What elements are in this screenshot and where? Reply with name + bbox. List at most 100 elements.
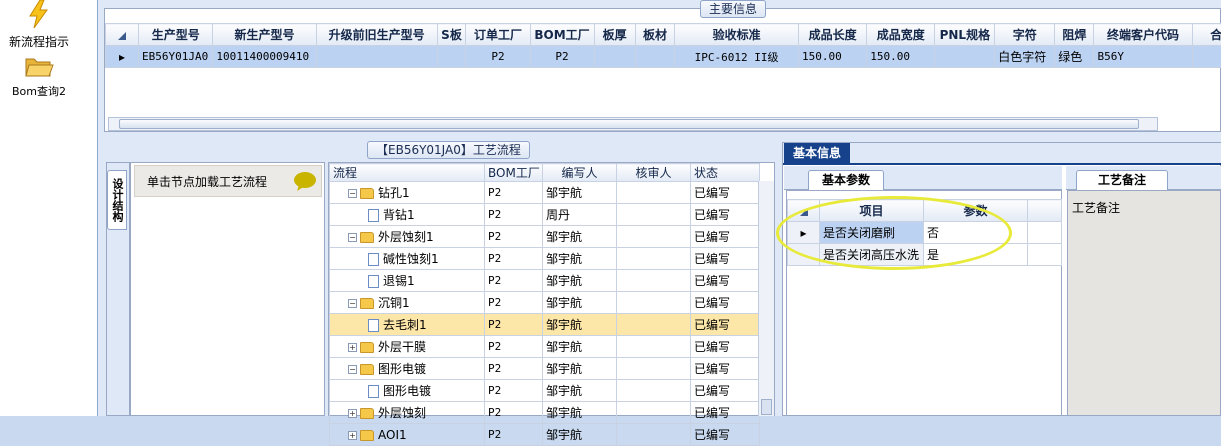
table-cell[interactable] xyxy=(437,46,466,68)
collapse-icon[interactable]: − xyxy=(348,233,357,242)
col-header[interactable]: 状态 xyxy=(691,164,760,182)
col-header[interactable]: 流程 xyxy=(330,164,485,182)
table-cell[interactable]: P2 xyxy=(485,314,543,336)
col-header[interactable]: 成品宽度 xyxy=(867,24,935,46)
tree-row[interactable]: 去毛刺1P2邹宇航已编写 xyxy=(330,314,760,336)
table-cell[interactable]: 邹宇航 xyxy=(543,248,617,270)
table-cell[interactable]: EB56Y01JA0 xyxy=(139,46,213,68)
col-header[interactable]: 验收标准 xyxy=(675,24,799,46)
table-cell[interactable]: IPC-6012 II级 xyxy=(675,46,799,68)
table-cell[interactable]: 已编写 xyxy=(691,248,760,270)
tree-row[interactable]: 背钻1P2周丹已编写 xyxy=(330,204,760,226)
table-cell[interactable]: 邹宇航 xyxy=(543,336,617,358)
table-cell[interactable]: 绿色 xyxy=(1055,46,1094,68)
launcher-item-bom-query[interactable]: Bom查询2 xyxy=(0,54,78,99)
table-cell[interactable]: P2 xyxy=(485,402,543,424)
tree-row[interactable]: +外层蚀刻P2邹宇航 已编写 xyxy=(330,402,760,424)
tree-node[interactable]: 背钻1 xyxy=(330,204,485,226)
table-cell[interactable]: P2 xyxy=(530,46,594,68)
col-header[interactable]: 订单工厂 xyxy=(466,24,530,46)
tree-node[interactable]: +外层干膜 xyxy=(330,336,485,358)
expand-icon[interactable]: + xyxy=(348,409,357,418)
tab-basic-params[interactable]: 基本参数 xyxy=(808,170,884,190)
table-cell[interactable]: 已编写 xyxy=(691,402,760,424)
table-cell[interactable]: 邹宇航 xyxy=(543,226,617,248)
table-cell[interactable] xyxy=(1192,46,1221,68)
collapse-icon[interactable]: − xyxy=(348,299,357,308)
table-cell[interactable]: P2 xyxy=(485,358,543,380)
col-header[interactable]: 板厚 xyxy=(594,24,635,46)
table-cell[interactable] xyxy=(617,292,691,314)
col-header[interactable]: S板 xyxy=(437,24,466,46)
table-cell[interactable]: 已编写 xyxy=(691,358,760,380)
collapse-icon[interactable]: − xyxy=(348,189,357,198)
table-cell[interactable] xyxy=(617,226,691,248)
col-header[interactable]: 板材 xyxy=(635,24,674,46)
table-cell[interactable]: 150.00 xyxy=(867,46,935,68)
tree-node[interactable]: −沉铜1 xyxy=(330,292,485,314)
collapse-icon[interactable]: − xyxy=(348,365,357,374)
table-cell[interactable] xyxy=(617,358,691,380)
col-header[interactable]: 编写人 xyxy=(543,164,617,182)
table-cell[interactable] xyxy=(617,380,691,402)
table-cell[interactable]: P2 xyxy=(485,292,543,314)
col-header[interactable]: 升级前旧生产型号 xyxy=(316,24,437,46)
tree-row[interactable]: −沉铜1P2邹宇航已编写 xyxy=(330,292,760,314)
table-cell[interactable]: 邹宇航 xyxy=(543,358,617,380)
tree-row[interactable]: −外层蚀刻1P2邹宇航已编写 xyxy=(330,226,760,248)
table-cell[interactable] xyxy=(617,270,691,292)
col-header[interactable]: BOM工厂 xyxy=(485,164,543,182)
table-cell[interactable]: 已编写 xyxy=(691,270,760,292)
table-cell[interactable] xyxy=(617,182,691,204)
tree-node[interactable]: −图形电镀 xyxy=(330,358,485,380)
tree-row[interactable]: −图形电镀P2邹宇航 已编写 xyxy=(330,358,760,380)
table-cell[interactable] xyxy=(635,46,674,68)
table-cell[interactable]: 已编写 xyxy=(691,182,760,204)
table-cell[interactable]: 邹宇航 xyxy=(543,270,617,292)
vertical-scrollbar[interactable] xyxy=(758,181,774,416)
process-remark-box[interactable]: 工艺备注 xyxy=(1067,190,1221,416)
tab-basic-info[interactable]: 基本信息 xyxy=(784,143,850,165)
table-cell[interactable]: 已编写 xyxy=(691,424,760,446)
col-header[interactable]: 核审人 xyxy=(617,164,691,182)
col-header[interactable]: 字符 xyxy=(995,24,1055,46)
table-cell[interactable]: 白色字符 xyxy=(995,46,1055,68)
table-cell[interactable] xyxy=(594,46,635,68)
table-cell[interactable] xyxy=(935,46,995,68)
table-cell[interactable]: B56Y xyxy=(1094,46,1192,68)
table-cell[interactable]: 150.00 xyxy=(799,46,867,68)
scrollbar-thumb[interactable] xyxy=(761,399,772,415)
table-row[interactable]: ▸ EB56Y01JA0 10011400009410 P2 P2 IPC-60… xyxy=(106,46,1221,68)
expand-icon[interactable]: + xyxy=(348,343,357,352)
scrollbar-thumb[interactable] xyxy=(119,119,1139,129)
table-cell[interactable]: 邹宇航 xyxy=(543,314,617,336)
tree-row[interactable]: 图形电镀P2邹宇航已编写 xyxy=(330,380,760,402)
table-cell[interactable]: 邹宇航 xyxy=(543,402,617,424)
col-header[interactable]: 合拼型 xyxy=(1192,24,1221,46)
table-cell[interactable] xyxy=(316,46,437,68)
table-cell[interactable]: P2 xyxy=(485,270,543,292)
table-cell[interactable] xyxy=(617,314,691,336)
tree-node[interactable]: +AOI1 xyxy=(330,424,485,446)
table-cell[interactable]: P2 xyxy=(485,182,543,204)
table-cell[interactable]: 邹宇航 xyxy=(543,380,617,402)
grid-corner[interactable] xyxy=(106,24,139,46)
tree-node[interactable]: 图形电镀 xyxy=(330,380,485,402)
tree-row[interactable]: 退锡1P2邹宇航 已编写 xyxy=(330,270,760,292)
expand-icon[interactable]: + xyxy=(348,431,357,440)
tree-node[interactable]: −钻孔1 xyxy=(330,182,485,204)
horizontal-scrollbar[interactable] xyxy=(108,117,1158,131)
table-cell[interactable]: P2 xyxy=(485,380,543,402)
table-cell[interactable]: P2 xyxy=(485,204,543,226)
col-header[interactable]: 阻焊 xyxy=(1055,24,1094,46)
tree-row[interactable]: 碱性蚀刻1P2邹宇航已编写 xyxy=(330,248,760,270)
table-cell[interactable]: 已编写 xyxy=(691,292,760,314)
tree-node[interactable]: 退锡1 xyxy=(330,270,485,292)
tree-node[interactable]: 去毛刺1 xyxy=(330,314,485,336)
table-cell[interactable] xyxy=(617,402,691,424)
tree-node[interactable]: +外层蚀刻 xyxy=(330,402,485,424)
col-header[interactable]: BOM工厂 xyxy=(530,24,594,46)
table-cell[interactable]: 已编写 xyxy=(691,226,760,248)
tree-row[interactable]: −钻孔1P2邹宇航已编写 xyxy=(330,182,760,204)
col-header[interactable]: PNL规格 xyxy=(935,24,995,46)
